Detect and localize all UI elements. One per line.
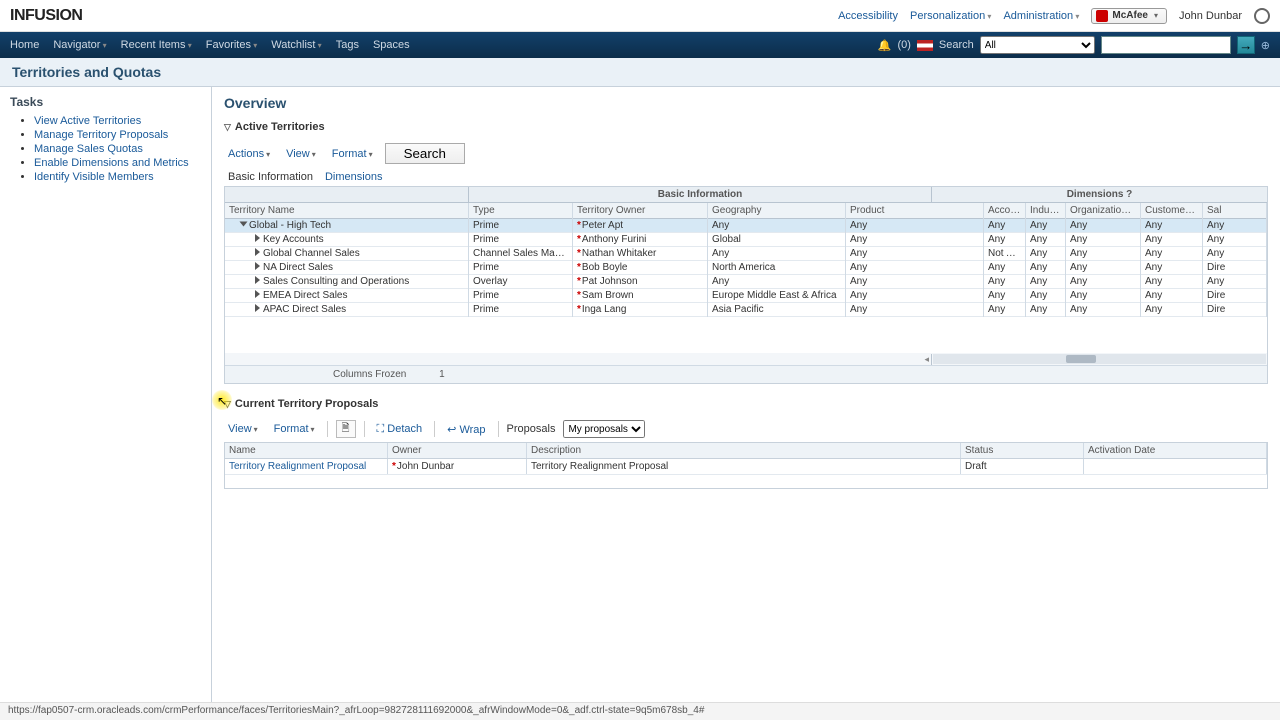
- subtab-basic[interactable]: Basic Information: [228, 171, 313, 183]
- top-links: Accessibility Personalization Administra…: [838, 8, 1270, 24]
- colgroup-dimensions: Dimensions ?: [932, 187, 1267, 202]
- nav-watchlist[interactable]: Watchlist: [271, 39, 321, 51]
- col-owner[interactable]: Territory Owner: [573, 203, 708, 218]
- task-item: View Active Territories: [34, 115, 201, 127]
- task-link[interactable]: Identify Visible Members: [34, 171, 154, 183]
- horizontal-scrollbar[interactable]: ◂: [225, 353, 1267, 365]
- search-label: Search: [939, 39, 974, 51]
- task-link[interactable]: View Active Territories: [34, 115, 141, 127]
- pcol-owner[interactable]: Owner: [388, 443, 527, 458]
- col-geography[interactable]: Geography: [708, 203, 846, 218]
- col-product[interactable]: Product: [846, 203, 984, 218]
- territories-table: Basic Information Dimensions ? Territory…: [224, 186, 1268, 384]
- detach-button[interactable]: ⛶ Detach: [373, 421, 427, 438]
- proposal-name-link[interactable]: Territory Realignment Proposal: [229, 461, 366, 472]
- proposals-heading: Current Territory Proposals: [235, 398, 378, 410]
- col-customer-size[interactable]: Customer Size: [1141, 203, 1203, 218]
- col-industry[interactable]: Industry: [1026, 203, 1066, 218]
- pcol-name[interactable]: Name: [225, 443, 388, 458]
- prop-format-menu[interactable]: Format▾: [270, 421, 319, 437]
- task-link[interactable]: Enable Dimensions and Metrics: [34, 157, 189, 169]
- task-item: Manage Sales Quotas: [34, 143, 201, 155]
- overview-heading: Overview: [224, 95, 1268, 111]
- notif-count: (0): [897, 39, 910, 51]
- search-extra-icon[interactable]: ⊕: [1261, 39, 1270, 52]
- search-input[interactable]: [1101, 36, 1231, 54]
- expand-icon[interactable]: [255, 234, 260, 242]
- bell-icon[interactable]: 🔔: [878, 39, 892, 52]
- col-account[interactable]: Account: [984, 203, 1026, 218]
- logo: INFUSION: [10, 7, 82, 25]
- expand-icon[interactable]: [255, 276, 260, 284]
- search-scope-select[interactable]: All: [980, 36, 1095, 54]
- col-org-type[interactable]: Organization Type: [1066, 203, 1141, 218]
- active-territories-heading: Active Territories: [235, 121, 325, 133]
- pcol-activation-date[interactable]: Activation Date: [1084, 443, 1267, 458]
- main-content: Overview ▽ Active Territories Actions▾ V…: [212, 87, 1280, 719]
- status-bar: https://fap0507-crm.oracleads.com/crmPer…: [0, 702, 1280, 720]
- col-sales[interactable]: Sal: [1203, 203, 1267, 218]
- wrap-button[interactable]: ↩ Wrap: [443, 421, 489, 438]
- accessibility-link[interactable]: Accessibility: [838, 10, 898, 22]
- tasks-heading: Tasks: [10, 95, 201, 109]
- search-button[interactable]: Search: [385, 143, 465, 164]
- col-type[interactable]: Type: [469, 203, 573, 218]
- nav-tags[interactable]: Tags: [336, 39, 359, 51]
- task-item: Identify Visible Members: [34, 171, 201, 183]
- territory-row[interactable]: APAC Direct SalesPrime*Inga LangAsia Pac…: [225, 303, 1267, 317]
- proposal-row[interactable]: Territory Realignment Proposal*John Dunb…: [225, 459, 1267, 474]
- administration-menu[interactable]: Administration: [1003, 10, 1079, 22]
- actions-menu[interactable]: Actions▾: [224, 146, 274, 162]
- mcafee-badge: McAfee ▾: [1091, 8, 1167, 24]
- tasks-sidebar: Tasks View Active Territories Manage Terr…: [0, 87, 212, 719]
- task-link[interactable]: Manage Sales Quotas: [34, 143, 143, 155]
- expand-icon[interactable]: [255, 304, 260, 312]
- territory-row[interactable]: Sales Consulting and OperationsOverlay*P…: [225, 275, 1267, 289]
- flag-icon[interactable]: [917, 40, 933, 51]
- proposals-table: Name Owner Description Status Activation…: [224, 442, 1268, 489]
- territory-row[interactable]: Key AccountsPrime*Anthony FuriniGlobalAn…: [225, 233, 1267, 247]
- collapse-icon[interactable]: ▽: [224, 122, 231, 133]
- task-link[interactable]: Manage Territory Proposals: [34, 129, 168, 141]
- mcafee-label: McAfee: [1112, 10, 1148, 21]
- expand-icon[interactable]: [255, 262, 260, 270]
- colgroup-basic: Basic Information: [469, 187, 932, 202]
- user-name: John Dunbar: [1179, 10, 1242, 22]
- new-icon[interactable]: 🗎: [336, 420, 356, 438]
- personalization-menu[interactable]: Personalization: [910, 10, 991, 22]
- nav-favorites[interactable]: Favorites: [206, 39, 258, 51]
- col-territory-name[interactable]: Territory Name: [225, 203, 469, 218]
- globe-icon[interactable]: [1254, 8, 1270, 24]
- collapse-icon[interactable]: ▽: [224, 399, 231, 410]
- proposals-label: Proposals: [507, 423, 556, 435]
- task-item: Manage Territory Proposals: [34, 129, 201, 141]
- format-menu[interactable]: Format▾: [328, 146, 377, 162]
- page-header: Territories and Quotas: [0, 58, 1280, 87]
- page-title: Territories and Quotas: [12, 64, 1268, 80]
- view-menu[interactable]: View▾: [282, 146, 320, 162]
- nav-spaces[interactable]: Spaces: [373, 39, 410, 51]
- top-bar: INFUSION Accessibility Personalization A…: [0, 0, 1280, 32]
- search-go-button[interactable]: →: [1237, 36, 1255, 54]
- expand-icon[interactable]: [255, 290, 260, 298]
- expand-icon[interactable]: [255, 248, 260, 256]
- nav-navigator[interactable]: Navigator: [53, 39, 106, 51]
- territory-row[interactable]: Global Channel SalesChannel Sales Manage…: [225, 247, 1267, 261]
- pcol-description[interactable]: Description: [527, 443, 961, 458]
- nav-recent[interactable]: Recent Items: [121, 39, 192, 51]
- subtab-dimensions[interactable]: Dimensions: [325, 171, 382, 183]
- expand-icon[interactable]: [240, 222, 248, 227]
- pcol-status[interactable]: Status: [961, 443, 1084, 458]
- territory-row[interactable]: NA Direct SalesPrime*Bob BoyleNorth Amer…: [225, 261, 1267, 275]
- task-item: Enable Dimensions and Metrics: [34, 157, 201, 169]
- territory-row[interactable]: EMEA Direct SalesPrime*Sam BrownEurope M…: [225, 289, 1267, 303]
- columns-frozen-label: Columns Frozen: [333, 369, 406, 380]
- columns-frozen-value: 1: [439, 369, 445, 380]
- prop-view-menu[interactable]: View▾: [224, 421, 262, 437]
- proposals-filter-select[interactable]: My proposals: [563, 420, 645, 438]
- nav-home[interactable]: Home: [10, 39, 39, 51]
- nav-bar: Home Navigator Recent Items Favorites Wa…: [0, 32, 1280, 58]
- shield-icon: [1096, 10, 1108, 22]
- territory-row[interactable]: Global - High TechPrime*Peter AptAnyAnyA…: [225, 219, 1267, 233]
